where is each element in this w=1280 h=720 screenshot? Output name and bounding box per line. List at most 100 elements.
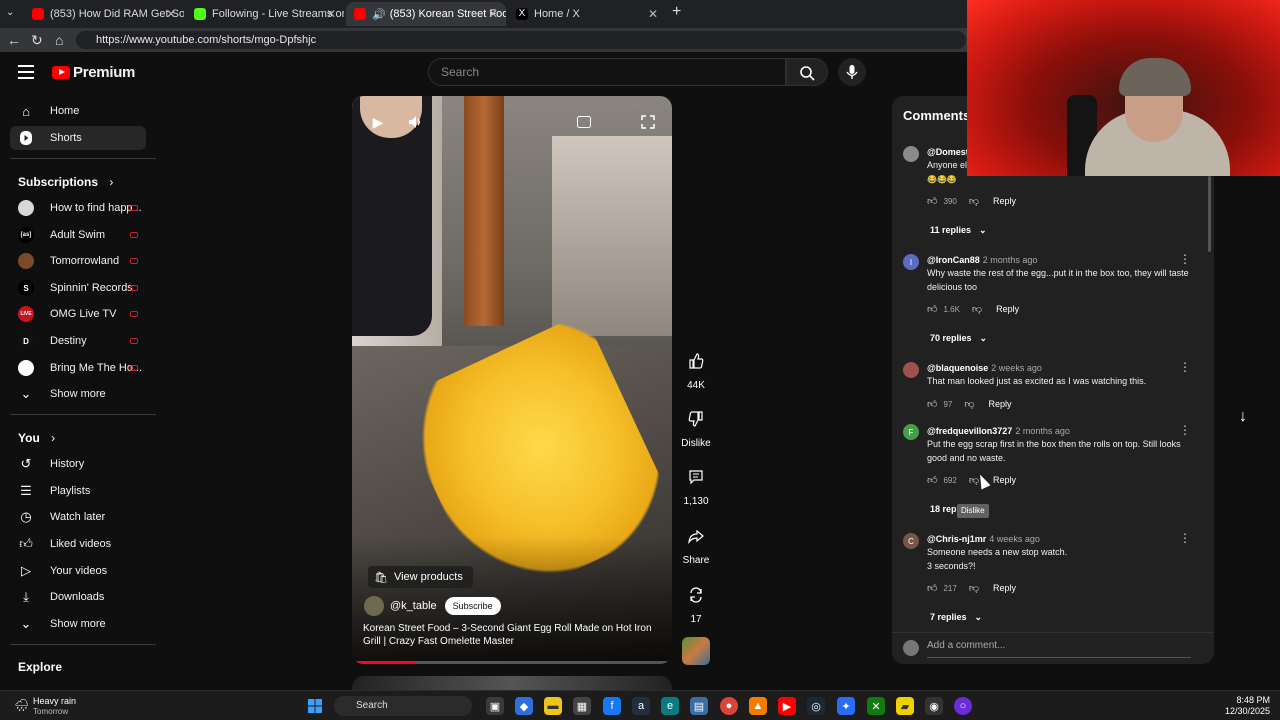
url-field[interactable]: https://www.youtube.com/shorts/mgo-Dpfsh… — [76, 31, 966, 49]
sidebar-item-liked-videos[interactable]: 👍︎ Liked videos — [10, 532, 146, 556]
reload-icon[interactable]: ↻ — [31, 32, 43, 48]
copilot-icon[interactable]: ◆ — [515, 697, 533, 715]
comment-author[interactable]: @Chris-nj1mr 4 weeks ago — [927, 534, 1040, 544]
shorts-video-player[interactable]: ▶ 🛍︎ View products @k_table Subscribe Ko… — [352, 96, 672, 664]
reply-button[interactable]: Reply — [993, 196, 1016, 206]
new-tab-icon[interactable]: + — [672, 4, 681, 20]
video-progress-bar[interactable] — [352, 661, 672, 664]
close-tab-icon[interactable]: ✕ — [326, 7, 336, 21]
xbox-icon[interactable]: ✕ — [867, 697, 885, 715]
more-options-icon[interactable]: ⋮ — [1179, 423, 1191, 437]
channel-avatar[interactable] — [364, 596, 384, 616]
comment-avatar[interactable] — [903, 362, 919, 378]
subscription-item[interactable]: Bring Me The Ho... — [10, 356, 146, 380]
app-icon[interactable]: ✦ — [837, 697, 855, 715]
thumbs-down-icon[interactable]: 👎︎ — [969, 582, 979, 594]
video-title[interactable]: Korean Street Food – 3-Second Giant Egg … — [363, 622, 663, 648]
home-icon[interactable]: ⌂ — [55, 32, 63, 48]
thumbs-up-icon[interactable]: 👍︎ — [927, 303, 937, 315]
edge-icon[interactable]: e — [661, 697, 679, 715]
comments-button[interactable]: 1,130 — [681, 462, 711, 507]
next-short-button[interactable]: ↓ — [1230, 404, 1256, 430]
chrome-icon[interactable]: ● — [720, 697, 738, 715]
channel-name[interactable]: @k_table — [390, 600, 437, 612]
volume-icon[interactable] — [406, 112, 426, 132]
obs-icon[interactable]: ◉ — [925, 697, 943, 715]
thumbs-down-icon[interactable]: 👎︎ — [964, 398, 974, 410]
thumbs-down-icon[interactable]: 👎︎ — [972, 303, 982, 315]
dislike-button[interactable]: Dislike — [681, 404, 711, 449]
facebook-icon[interactable]: f — [603, 697, 621, 715]
browser-tab-4[interactable]: X Home / X ✕ — [508, 2, 666, 26]
comment-avatar[interactable] — [903, 146, 919, 162]
sidebar-item-watch-later[interactable]: ◷ Watch later — [10, 505, 146, 529]
reply-button[interactable]: Reply — [993, 475, 1016, 485]
task-view-icon[interactable]: ▣ — [486, 697, 504, 715]
replies-toggle[interactable]: 70 replies ⌄ — [930, 333, 987, 344]
comment-avatar[interactable]: F — [903, 424, 919, 440]
weather-rain-icon[interactable]: 🌧︎ — [14, 698, 30, 712]
sidebar-item-history[interactable]: ↺ History — [10, 452, 146, 476]
speaker-icon[interactable]: 🔊 — [372, 8, 386, 21]
browser-tab-2[interactable]: Following - Live Streams on Kick ✕ — [186, 2, 344, 26]
show-more-subscriptions[interactable]: ⌄ Show more — [10, 382, 146, 406]
comment-author[interactable]: @IronCan88 2 months ago — [927, 255, 1037, 265]
comment-author[interactable]: @blaquenoise 2 weeks ago — [927, 363, 1042, 373]
fullscreen-icon[interactable] — [638, 112, 658, 132]
thumbs-up-icon[interactable]: 👍︎ — [927, 582, 937, 594]
back-icon[interactable]: ← — [7, 32, 21, 48]
subscribe-button[interactable]: Subscribe — [444, 597, 501, 615]
close-tab-icon[interactable]: ✕ — [648, 7, 658, 21]
more-options-icon[interactable]: ⋮ — [1179, 531, 1191, 545]
voice-search-button[interactable] — [838, 58, 866, 86]
weather-title[interactable]: Heavy rain — [33, 696, 76, 706]
notes-icon[interactable]: ▰ — [896, 697, 914, 715]
like-button[interactable]: 44K — [681, 346, 711, 391]
subscriptions-heading[interactable]: Subscriptions › — [18, 175, 113, 189]
audio-track-thumbnail[interactable] — [682, 637, 710, 665]
sidebar-item-shorts[interactable]: Shorts — [10, 126, 146, 150]
subscription-item[interactable]: LIVE OMG Live TV — [10, 302, 146, 326]
subscription-item[interactable]: [as] Adult Swim — [10, 223, 146, 247]
subscription-item[interactable]: How to find happ... — [10, 196, 146, 220]
vlc-icon[interactable]: ▲ — [749, 697, 767, 715]
close-tab-icon[interactable]: ✕ — [166, 7, 176, 21]
captions-icon[interactable] — [574, 112, 594, 132]
clock-time[interactable]: 8:48 PM — [1226, 695, 1270, 705]
you-heading[interactable]: You › — [18, 431, 55, 445]
windows-start-icon[interactable] — [306, 697, 324, 715]
thumbs-up-icon[interactable]: 👍︎ — [927, 474, 937, 486]
amazon-icon[interactable]: a — [632, 697, 650, 715]
store-icon[interactable]: ▦ — [573, 697, 591, 715]
browser-tab-3-active[interactable]: 🔊 (853) Korean Street Food – 3-... ✕ — [346, 2, 506, 26]
subscription-item[interactable]: D Destiny — [10, 329, 146, 353]
subscription-item[interactable]: S Spinnin' Records — [10, 276, 146, 300]
close-tab-icon[interactable]: ✕ — [488, 7, 498, 21]
remix-button[interactable]: 17 — [681, 580, 711, 625]
more-options-icon[interactable]: ⋮ — [1179, 360, 1191, 374]
file-explorer-icon[interactable]: ▬ — [544, 697, 562, 715]
youtube-premium-logo[interactable]: Premium — [52, 64, 135, 81]
thumbs-up-icon[interactable]: 👍︎ — [927, 195, 937, 207]
comment-author[interactable]: @Domesti — [927, 147, 971, 157]
comment-author[interactable]: @fredquevillon3727 2 months ago — [927, 426, 1070, 436]
tab-search-icon[interactable]: ⌄ — [6, 5, 14, 21]
more-options-icon[interactable]: ⋮ — [1179, 252, 1191, 266]
show-more-you[interactable]: ⌄ Show more — [10, 612, 146, 636]
sidebar-item-home[interactable]: ⌂ Home — [10, 99, 146, 123]
reply-button[interactable]: Reply — [989, 399, 1012, 409]
subscription-item[interactable]: Tomorrowland — [10, 249, 146, 273]
clock-date[interactable]: 12/30/2025 — [1210, 706, 1270, 716]
hamburger-menu-icon[interactable] — [18, 65, 34, 79]
reply-button[interactable]: Reply — [993, 583, 1016, 593]
taskbar-search-input[interactable]: Search — [334, 696, 472, 716]
view-products-button[interactable]: 🛍︎ View products — [368, 566, 473, 588]
sidebar-item-playlists[interactable]: ☰ Playlists — [10, 479, 146, 503]
comment-avatar[interactable]: I — [903, 254, 919, 270]
thumbs-down-icon[interactable]: 👎︎ — [969, 195, 979, 207]
replies-toggle[interactable]: 7 replies ⌄ — [930, 612, 982, 623]
steam-icon[interactable]: ◎ — [807, 697, 825, 715]
calculator-icon[interactable]: ▤ — [690, 697, 708, 715]
search-button[interactable] — [786, 58, 828, 86]
youtube-icon[interactable]: ▶ — [778, 697, 796, 715]
